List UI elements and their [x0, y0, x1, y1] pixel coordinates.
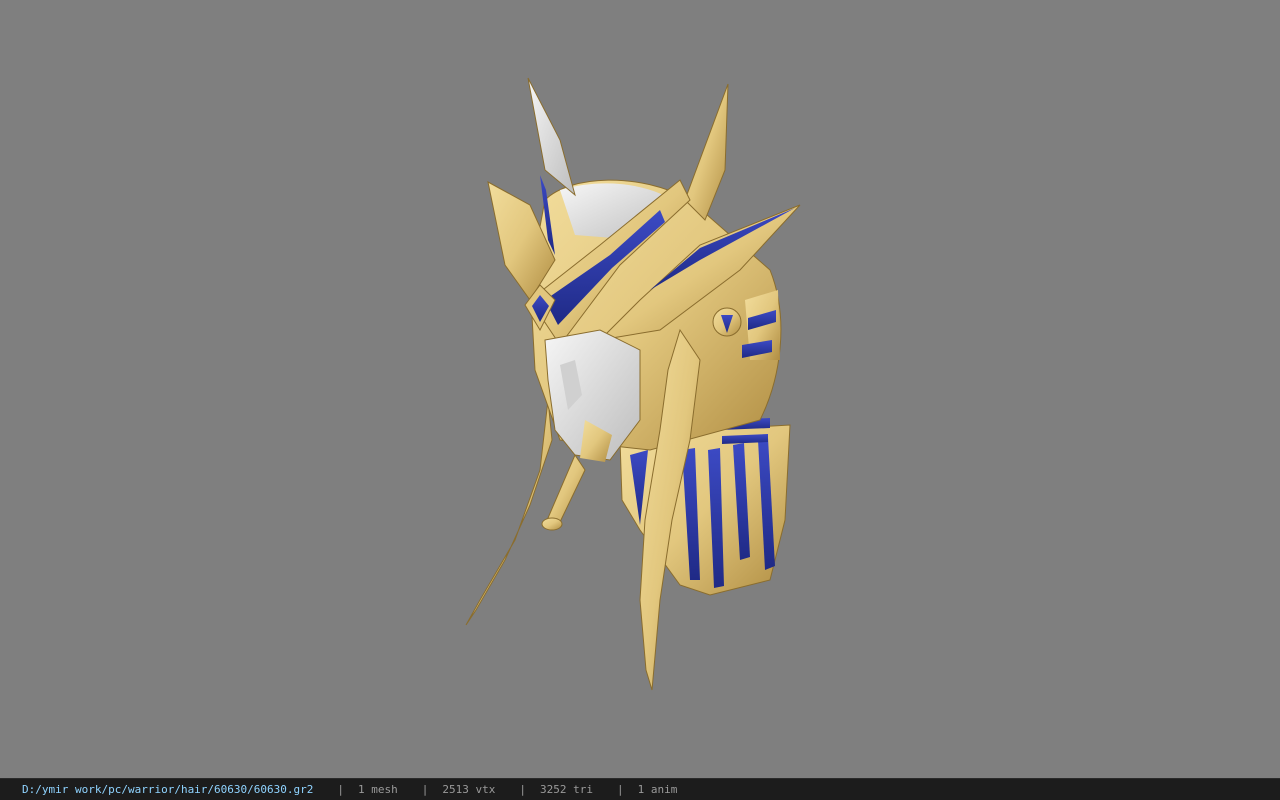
separator: |	[617, 783, 624, 796]
separator: |	[421, 783, 429, 796]
separator: |	[519, 783, 527, 796]
mesh-count: 1 mesh	[358, 783, 398, 796]
helmet-model	[465, 77, 801, 691]
left-horn	[527, 77, 576, 197]
animation-count: 1 anim	[637, 783, 678, 796]
right-horn	[684, 83, 729, 221]
3d-viewport[interactable]	[0, 0, 1280, 778]
file-path: D:/ymir work/pc/warrior/hair/60630/60630…	[22, 783, 314, 796]
left-tendril	[465, 399, 553, 626]
separator: |	[337, 783, 345, 796]
status-bar: D:/ymir work/pc/warrior/hair/60630/60630…	[0, 778, 1280, 800]
vertex-count: 2513 vtx	[442, 783, 496, 796]
triangle-count: 3252 tri	[540, 783, 593, 796]
chin-tube	[547, 453, 586, 523]
